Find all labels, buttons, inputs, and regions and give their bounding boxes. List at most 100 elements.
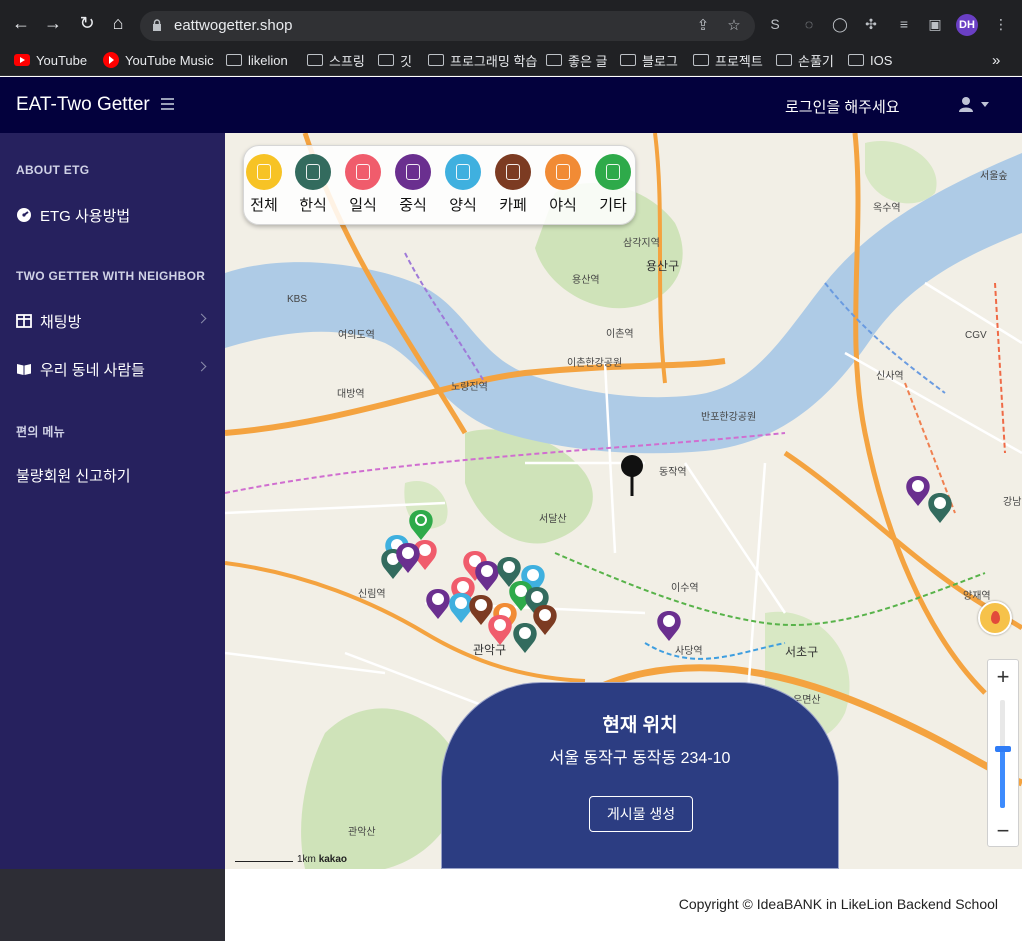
bookmark-programming[interactable]: 프로그래밍 학습: [428, 50, 537, 70]
folder-icon: [693, 54, 709, 66]
map-label-seodalsan: 서달산: [539, 514, 567, 525]
category-cafe-icon: [495, 154, 531, 190]
map-label-noryangjin: 노량진역: [451, 382, 488, 393]
category-korean[interactable]: 한식: [293, 154, 333, 215]
profile-avatar[interactable]: DH: [956, 14, 978, 36]
brand-title[interactable]: EAT-Two Getter: [16, 94, 150, 116]
location-title: 현재 위치: [602, 715, 678, 736]
login-prompt[interactable]: 로그인을 해주세요: [785, 96, 900, 117]
map-label-oksu: 옥수역: [873, 203, 901, 214]
bookmark-spring[interactable]: 스프링: [307, 50, 365, 70]
map-label-ichon: 이촌역: [606, 329, 634, 340]
zoom-slider-handle[interactable]: [995, 746, 1011, 752]
url-text: eattwogetter.shop: [174, 17, 293, 34]
map-label-seoulforest: 서울숲: [980, 171, 1008, 182]
sidebar-heading-neighbor: TWO GETTER WITH NEIGHBOR: [16, 269, 206, 283]
dashboard-icon: [17, 208, 31, 222]
category-late-night[interactable]: 야식: [543, 154, 583, 215]
map-label-yangjae: 양재역: [963, 591, 991, 602]
kakao-logo: kakao: [318, 854, 348, 865]
star-icon[interactable]: ☆: [725, 17, 743, 35]
location-address: 서울 동작구 동작동 234-10: [549, 750, 731, 767]
menu-icon[interactable]: ⋮: [992, 15, 1010, 33]
bookmark-ios[interactable]: IOS: [848, 50, 892, 70]
category-all[interactable]: 전체: [244, 154, 284, 215]
back-icon[interactable]: ←: [10, 12, 32, 34]
book-open-icon: [17, 364, 31, 375]
map-label-sadang: 사당역: [675, 646, 703, 657]
address-bar[interactable]: eattwogetter.shop ⇪ ☆: [140, 11, 755, 41]
folder-icon: [546, 54, 562, 66]
map-label-sinsa: 신사역: [876, 371, 904, 382]
map-label-isu: 이수역: [671, 583, 699, 594]
bookmark-likelion[interactable]: likelion: [226, 50, 288, 70]
folder-icon: [848, 54, 864, 66]
category-western-icon: [445, 154, 481, 190]
bookmark-youtube[interactable]: YouTube: [14, 50, 87, 70]
footer: Copyright © IdeaBANK in LikeLion Backend…: [225, 869, 1022, 941]
extension-s-icon[interactable]: S: [766, 15, 784, 33]
folder-icon: [378, 54, 394, 66]
chevron-right-icon: [196, 361, 207, 372]
map-label-yongsan: 용산구: [646, 259, 680, 273]
app-header: EAT-Two Getter 로그인을 해주세요: [0, 77, 1022, 133]
create-post-button[interactable]: 게시물 생성: [589, 796, 693, 832]
youtube-music-icon: [103, 52, 119, 68]
category-chinese[interactable]: 중식: [393, 154, 433, 215]
bookmark-warmup[interactable]: 손풀기: [776, 50, 834, 70]
category-cafe[interactable]: 카페: [493, 154, 533, 215]
category-western[interactable]: 양식: [443, 154, 483, 215]
map-label-ichon-park: 이촌한강공원: [567, 358, 623, 369]
bookmark-git[interactable]: 깃: [378, 50, 412, 70]
forward-icon[interactable]: →: [42, 12, 64, 34]
youtube-icon: [14, 54, 30, 66]
bookmarks-bar: YouTube YouTube Music likelion 스프링 깃 프로그…: [0, 44, 1022, 76]
bookmark-blog[interactable]: 블로그: [620, 50, 678, 70]
map-label-gwanak: 관악구: [473, 643, 507, 657]
sidebar-heading-about: ABOUT ETG: [16, 163, 90, 177]
folder-icon: [428, 54, 444, 66]
zoom-control: + −: [987, 659, 1019, 847]
category-all-icon: [246, 154, 282, 190]
zoom-out-button[interactable]: −: [988, 816, 1018, 846]
share-icon[interactable]: ⇪: [694, 17, 712, 35]
sidebar-item-chat[interactable]: 채팅방: [16, 309, 211, 333]
folder-icon: [620, 54, 636, 66]
reload-icon[interactable]: ↻: [76, 12, 98, 34]
sidebar-icon[interactable]: ▣: [926, 15, 944, 33]
puzzle-icon[interactable]: ✣: [862, 15, 880, 33]
bookmarks-overflow[interactable]: »: [992, 50, 1000, 70]
sidebar: ABOUT ETG ETG 사용방법 TWO GETTER WITH NEIGH…: [0, 133, 225, 869]
playlist-icon[interactable]: ≡: [895, 15, 913, 33]
bookmark-project[interactable]: 프로젝트: [693, 50, 763, 70]
zoom-in-button[interactable]: +: [988, 662, 1018, 692]
copyright-text: Copyright © IdeaBANK in LikeLion Backend…: [678, 896, 998, 912]
loading-icon[interactable]: ◯: [831, 15, 849, 33]
bookmark-good-writing[interactable]: 좋은 글: [546, 50, 608, 70]
category-late-night-icon: [545, 154, 581, 190]
chevron-right-icon: [196, 313, 207, 324]
hamburger-icon[interactable]: [161, 98, 174, 110]
bookmark-youtube-music[interactable]: YouTube Music: [103, 50, 214, 70]
folder-icon: [776, 54, 792, 66]
compass-icon[interactable]: [978, 601, 1012, 635]
category-japanese[interactable]: 일식: [343, 154, 383, 215]
sidebar-item-usage[interactable]: ETG 사용방법: [16, 203, 211, 227]
user-icon[interactable]: [958, 96, 974, 112]
category-korean-icon: [295, 154, 331, 190]
folder-icon: [226, 54, 242, 66]
extension-icon[interactable]: ◌: [800, 15, 818, 33]
chevron-down-icon[interactable]: [981, 102, 989, 107]
map-label-gangnam: 강남: [1003, 497, 1022, 508]
sidebar-item-neighbors[interactable]: 우리 동네 사람들: [16, 357, 211, 381]
category-etc[interactable]: 기타: [593, 154, 633, 215]
map-label-yongsan-station: 용산역: [572, 275, 600, 286]
current-location-panel: 현재 위치 서울 동작구 동작동 234-10 게시물 생성: [441, 682, 839, 869]
sidebar-heading-convenience: 편의 메뉴: [16, 425, 65, 439]
map-label-dongjak: 동작역: [659, 467, 687, 478]
sidebar-item-report[interactable]: 불량회원 신고하기: [16, 463, 211, 487]
lock-icon: [153, 19, 161, 31]
home-icon[interactable]: ⌂: [107, 12, 129, 34]
map-label-samgakji: 삼각지역: [623, 238, 660, 249]
map-label-banpo: 반포한강공원: [701, 412, 757, 423]
